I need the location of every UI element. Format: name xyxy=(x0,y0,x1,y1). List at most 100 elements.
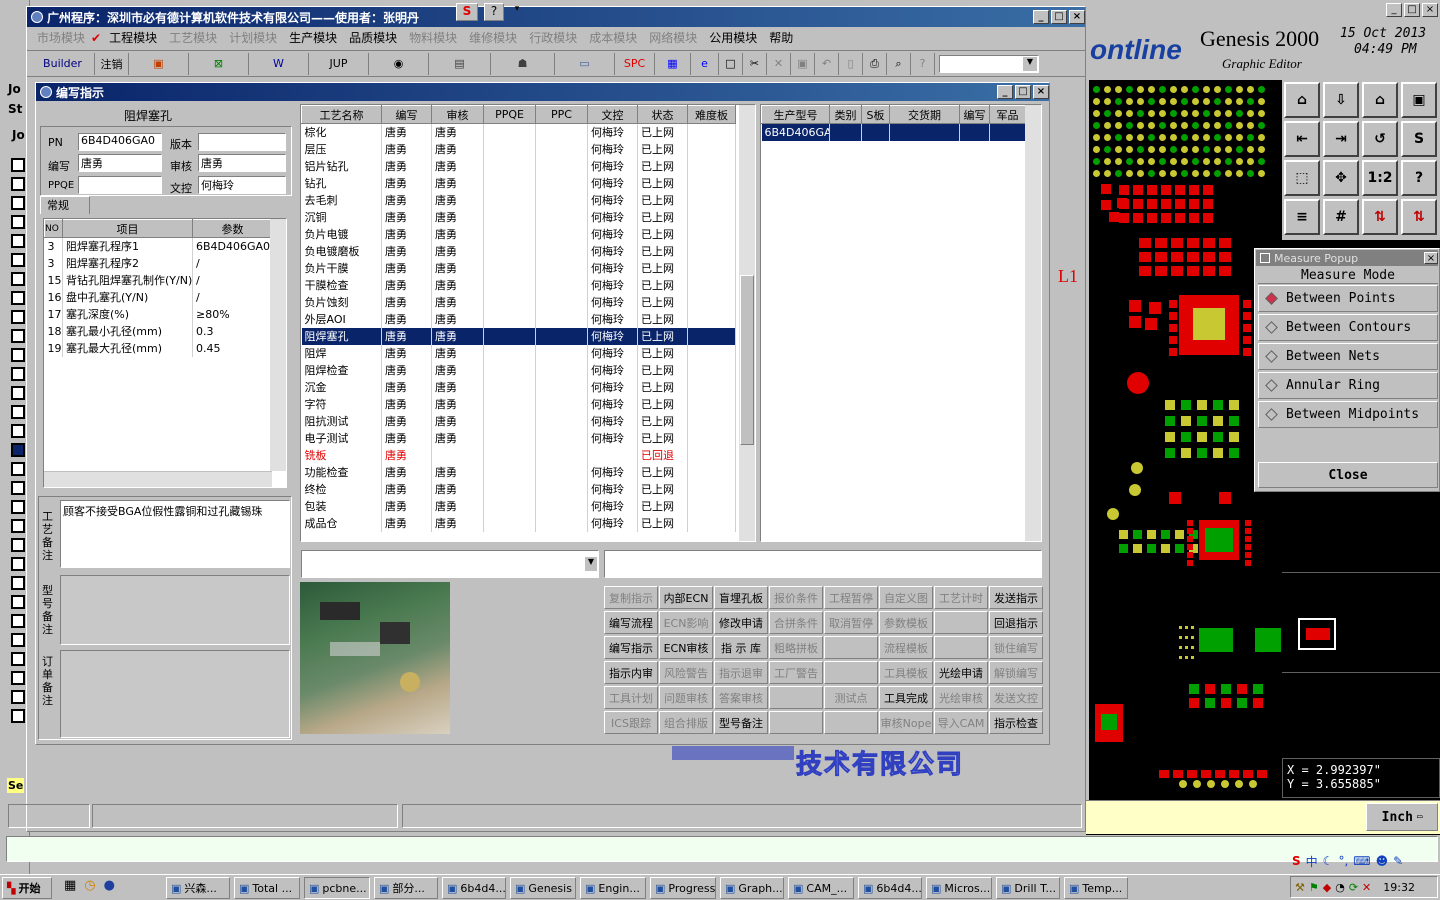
strip-icon[interactable] xyxy=(11,595,25,609)
model-col-header[interactable]: 军品 xyxy=(989,105,1026,124)
tray-shield-icon[interactable]: ◆ xyxy=(1323,881,1331,894)
action-button[interactable]: 答案审核 xyxy=(714,686,768,709)
action-button[interactable]: 粗略拼板 xyxy=(769,636,823,659)
strip-icon[interactable] xyxy=(11,538,25,552)
strip-icon[interactable] xyxy=(11,196,25,210)
strip-icon[interactable] xyxy=(11,519,25,533)
dialog-close-button[interactable]: × xyxy=(1033,85,1049,99)
close-button[interactable]: × xyxy=(1069,10,1085,24)
menu-item[interactable]: 公用模块 xyxy=(703,27,763,49)
tray-clock-icon[interactable]: ◔ xyxy=(1335,881,1345,894)
measure-close-button[interactable]: Close xyxy=(1258,462,1438,488)
strip-icon[interactable] xyxy=(11,557,25,571)
ime-tool-icon[interactable]: ✎ xyxy=(1393,854,1403,868)
model-vscroll[interactable] xyxy=(1025,105,1041,541)
tool-zoom-down-icon[interactable]: ⇩ xyxy=(1323,82,1359,118)
action-button[interactable]: 编写指示 xyxy=(604,636,658,659)
tool-help-icon[interactable]: ? xyxy=(1401,160,1437,196)
menu-item[interactable]: 工程模块 xyxy=(103,27,163,49)
ie-icon[interactable]: e xyxy=(691,52,719,75)
excel-icon[interactable]: ⊠ xyxy=(189,52,249,75)
database-icon[interactable]: ▤ xyxy=(429,52,491,75)
builder-button[interactable]: Builder xyxy=(31,52,95,75)
strip-icon[interactable] xyxy=(11,576,25,590)
process-scroll-thumb[interactable] xyxy=(740,275,754,445)
action-button[interactable]: ECN审核 xyxy=(659,636,713,659)
ime-punct-icon[interactable]: °, xyxy=(1338,854,1348,868)
strip-icon[interactable] xyxy=(11,690,25,704)
process-row[interactable]: 阻焊塞孔 唐勇 唐勇 何梅玲 已上网 xyxy=(301,327,736,345)
tool-zoom-home-icon[interactable]: ⌂ xyxy=(1284,82,1320,118)
action-button[interactable]: 问题审核 xyxy=(659,686,713,709)
taskbar-item[interactable]: ▣ Drill T... xyxy=(996,877,1060,899)
genesis-close-button[interactable]: × xyxy=(1422,3,1438,17)
ime-keyboard-icon[interactable]: ⌨ xyxy=(1353,854,1370,868)
measure-mode-option[interactable]: Between Nets xyxy=(1258,343,1438,370)
action-button[interactable] xyxy=(769,686,823,709)
process-combo[interactable]: ▼ xyxy=(301,550,599,578)
genesis-maximize-button[interactable]: □ xyxy=(1404,3,1420,17)
spc-button[interactable]: SPC xyxy=(615,52,655,75)
action-button[interactable]: 锁住编写 xyxy=(989,636,1043,659)
action-button[interactable]: 导入CAM xyxy=(934,711,988,734)
dialog-maximize-button[interactable]: □ xyxy=(1015,85,1031,99)
param-hscroll[interactable] xyxy=(44,471,272,487)
action-button[interactable] xyxy=(824,711,878,734)
process-row[interactable]: 功能检查 唐勇 唐勇 何梅玲 已上网 xyxy=(301,463,736,481)
action-button[interactable]: 工具计划 xyxy=(604,686,658,709)
process-row[interactable]: 成品仓 唐勇 唐勇 何梅玲 已上网 xyxy=(301,514,736,532)
process-col-header[interactable]: PPQE xyxy=(483,105,536,124)
ime-user-icon[interactable]: ☻ xyxy=(1376,854,1389,868)
strip-icon[interactable] xyxy=(11,462,25,476)
action-button[interactable]: 编写流程 xyxy=(604,611,658,634)
ppqe-field[interactable] xyxy=(78,176,162,194)
jup-button[interactable]: JUP xyxy=(309,52,369,75)
process-row[interactable]: 铣板 唐勇 已回退 xyxy=(301,446,736,464)
app-quick-icon[interactable]: ● xyxy=(104,878,115,893)
strip-icon[interactable] xyxy=(11,481,25,495)
menu-item[interactable]: 行政模块 xyxy=(523,27,583,49)
taskbar-item[interactable]: ▣ Micros... xyxy=(926,877,992,899)
cut-icon[interactable]: ✂ xyxy=(743,52,767,75)
taskbar-item[interactable]: ▣ 部分... xyxy=(374,877,438,899)
process-col-header[interactable]: PPC xyxy=(535,105,588,124)
strip-icon[interactable] xyxy=(11,310,25,324)
process-col-header[interactable]: 状态 xyxy=(637,105,688,124)
process-col-header[interactable]: 文控 xyxy=(587,105,638,124)
tool-pan-left-icon[interactable]: ⇤ xyxy=(1284,121,1320,157)
strip-icon[interactable] xyxy=(11,253,25,267)
menu-item[interactable]: 工艺模块 xyxy=(163,27,223,49)
dialog-minimize-button[interactable]: _ xyxy=(997,85,1013,99)
measure-mode-option[interactable]: Between Points xyxy=(1258,285,1438,312)
strip-icon[interactable] xyxy=(11,291,25,305)
measure-mode-option[interactable]: Annular Ring xyxy=(1258,372,1438,399)
logout-button[interactable]: 注销 xyxy=(95,52,129,75)
strip-icon[interactable] xyxy=(11,500,25,514)
param-row[interactable]: 15 背钻孔阻焊塞孔制作(Y/N) / xyxy=(44,271,273,289)
action-button[interactable]: 指示内审 xyxy=(604,661,658,684)
action-button[interactable]: 合拼条件 xyxy=(769,611,823,634)
action-button[interactable]: 光绘审核 xyxy=(934,686,988,709)
action-button[interactable] xyxy=(824,636,878,659)
tool-snap-icon[interactable]: S xyxy=(1401,121,1437,157)
menu-item[interactable]: 维修模块 xyxy=(463,27,523,49)
action-button[interactable]: 自定义图 xyxy=(879,586,933,609)
process-row[interactable]: 负片电镀 唐勇 唐勇 何梅玲 已上网 xyxy=(301,225,736,243)
param-row[interactable]: 17 塞孔深度(%) ≥80% xyxy=(44,305,273,323)
strip-icon[interactable] xyxy=(11,424,25,438)
action-button[interactable]: 发送文控 xyxy=(989,686,1043,709)
tool-pan-right-icon[interactable]: ⇥ xyxy=(1323,121,1359,157)
param-row[interactable]: 18 塞孔最小孔径(mm) 0.3 xyxy=(44,322,273,340)
ime-s-icon[interactable]: S xyxy=(456,3,478,21)
taskbar-item[interactable]: ▣ 6b4d4... xyxy=(442,877,506,899)
tool-measure-alt-icon[interactable]: ⇅ xyxy=(1401,199,1437,235)
tab-general[interactable]: 常规 xyxy=(40,196,90,214)
strip-icon[interactable] xyxy=(11,329,25,343)
strip-icon[interactable] xyxy=(11,158,25,172)
action-button[interactable]: 盲埋孔板 xyxy=(714,586,768,609)
model-col-header[interactable]: S板 xyxy=(861,105,890,124)
taskbar-item[interactable]: ▣ Temp... xyxy=(1064,877,1128,899)
measure-popup-close-icon[interactable]: × xyxy=(1424,252,1438,264)
param-row[interactable]: 3 阻焊塞孔程序2/ xyxy=(44,254,273,272)
model-col-header[interactable]: 交货期 xyxy=(889,105,960,124)
